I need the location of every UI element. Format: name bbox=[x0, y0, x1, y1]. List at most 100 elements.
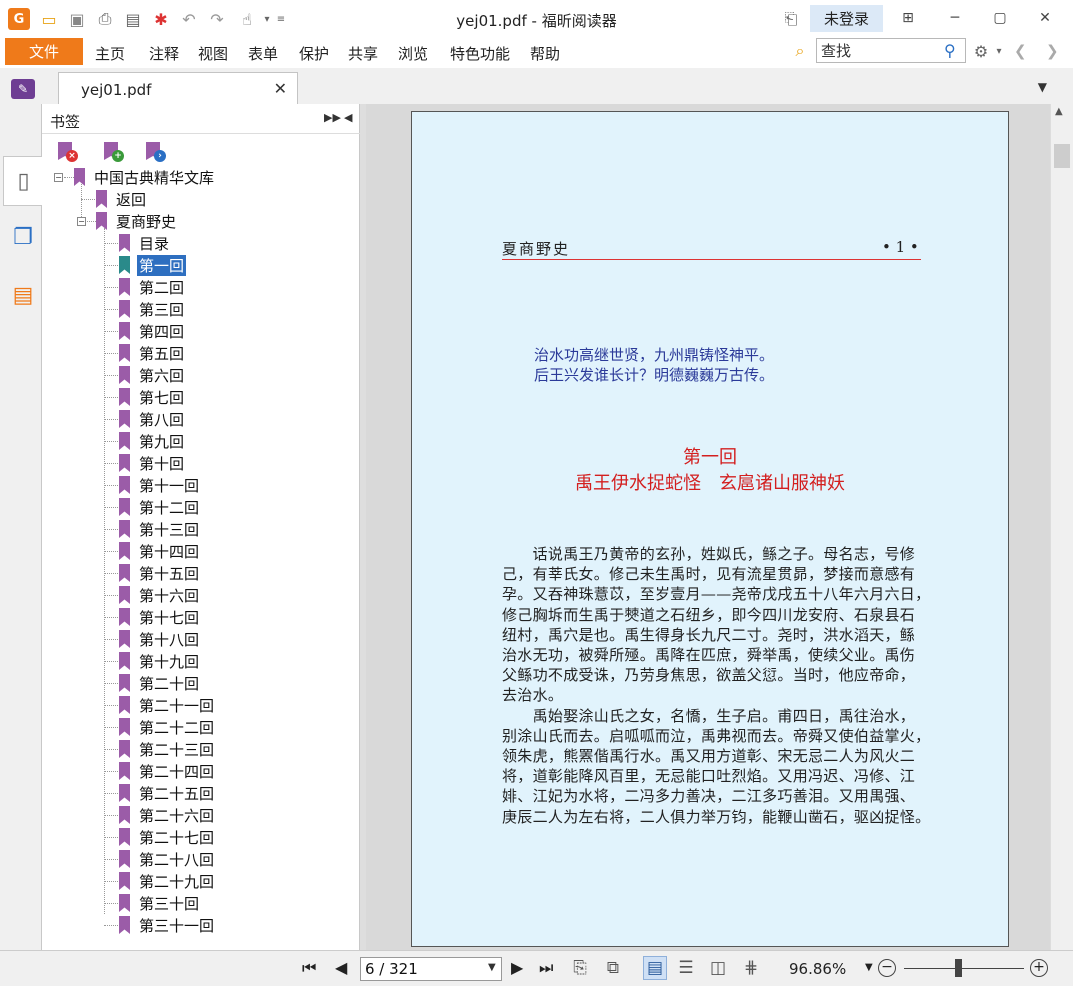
bookmark-item[interactable]: 夏商野史 bbox=[96, 210, 178, 232]
minimize-icon[interactable]: ─ bbox=[940, 6, 970, 30]
bookmark-item[interactable]: 中国古典精华文库 bbox=[74, 166, 216, 188]
zoom-level[interactable]: 96.86% bbox=[789, 960, 846, 978]
search-icon[interactable]: ⚲ bbox=[944, 41, 956, 60]
close-window-icon[interactable]: ✕ bbox=[1030, 6, 1060, 30]
bookmark-panel-title: 书签 bbox=[50, 113, 81, 131]
bookmark-item[interactable]: 第九回 bbox=[119, 430, 186, 452]
document-tab-label: yej01.pdf bbox=[81, 81, 152, 99]
menu-form[interactable]: 表单 bbox=[248, 43, 278, 64]
vertical-scrollbar[interactable]: ▲ bbox=[1050, 104, 1073, 950]
bookmark-item[interactable]: 第十九回 bbox=[119, 650, 201, 672]
zoom-slider[interactable] bbox=[904, 968, 1024, 969]
maximize-icon[interactable]: ▢ bbox=[985, 6, 1015, 30]
bookmark-item[interactable]: 第十三回 bbox=[119, 518, 201, 540]
zoom-out-icon[interactable]: − bbox=[878, 959, 896, 977]
bookmark-item[interactable]: 第三十一回 bbox=[119, 914, 216, 936]
bookmark-item[interactable]: 第十七回 bbox=[119, 606, 201, 628]
bookmark-item[interactable]: 第二十七回 bbox=[119, 826, 216, 848]
bookmark-icon bbox=[119, 476, 130, 494]
facing-view-icon[interactable]: ◫ bbox=[706, 956, 730, 980]
scroll-up-icon[interactable]: ▲ bbox=[1055, 106, 1063, 117]
single-page-view-icon[interactable]: ▤ bbox=[643, 956, 667, 980]
bookmark-item[interactable]: 第十五回 bbox=[119, 562, 201, 584]
zoom-dropdown-icon[interactable]: ▼ bbox=[865, 962, 873, 973]
bookmark-icon bbox=[119, 322, 130, 340]
menu-view[interactable]: 视图 bbox=[198, 43, 228, 64]
menu-help[interactable]: 帮助 bbox=[530, 43, 560, 64]
scrollbar-thumb[interactable] bbox=[1054, 144, 1070, 168]
bookmark-icon bbox=[119, 234, 130, 252]
bookmark-item[interactable]: 第二十五回 bbox=[119, 782, 216, 804]
comments-panel-icon[interactable]: ▤ bbox=[3, 270, 43, 320]
menu-share[interactable]: 共享 bbox=[348, 43, 378, 64]
bookmark-item[interactable]: 第十回 bbox=[119, 452, 186, 474]
login-button[interactable]: 未登录 bbox=[810, 5, 883, 32]
bookmark-item[interactable]: 第四回 bbox=[119, 320, 186, 342]
continuous-view-icon[interactable]: ☰ bbox=[674, 956, 698, 980]
tab-list-dropdown-icon[interactable]: ▼ bbox=[1038, 80, 1047, 94]
bookmark-item[interactable]: 第二回 bbox=[119, 276, 186, 298]
page-number-input[interactable] bbox=[360, 957, 502, 981]
bookmark-item[interactable]: 第七回 bbox=[119, 386, 186, 408]
collapse-node-icon[interactable]: − bbox=[54, 173, 63, 182]
next-page-icon[interactable]: ▶ bbox=[511, 958, 523, 977]
bookmarks-panel-icon[interactable]: ▯ bbox=[3, 156, 43, 206]
bookmark-item[interactable]: 第十四回 bbox=[119, 540, 201, 562]
bookmark-item[interactable]: 返回 bbox=[96, 188, 148, 210]
page-thumbnails-icon[interactable]: ❐ bbox=[3, 212, 43, 262]
collapse-node-icon[interactable]: − bbox=[77, 217, 86, 226]
menu-special-features[interactable]: 特色功能 bbox=[450, 43, 510, 64]
bookmark-item[interactable]: 第五回 bbox=[119, 342, 186, 364]
bookmark-label: 第五回 bbox=[139, 344, 185, 363]
settings-dropdown-icon[interactable]: ▾ bbox=[988, 40, 1010, 62]
bookmark-item[interactable]: 第二十一回 bbox=[119, 694, 216, 716]
zoom-in-icon[interactable]: + bbox=[1030, 959, 1048, 977]
bookmark-item[interactable]: 目录 bbox=[119, 232, 171, 254]
bookmark-item[interactable]: 第十六回 bbox=[119, 584, 201, 606]
bookmark-item[interactable]: 第二十回 bbox=[119, 672, 201, 694]
bookmark-item[interactable]: 第六回 bbox=[119, 364, 186, 386]
bookmark-item[interactable]: 第二十二回 bbox=[119, 716, 216, 738]
bookmark-item[interactable]: 第二十四回 bbox=[119, 760, 216, 782]
close-tab-icon[interactable]: ✕ bbox=[274, 79, 287, 98]
bookmark-item[interactable]: 第十八回 bbox=[119, 628, 201, 650]
zoom-slider-thumb[interactable] bbox=[955, 959, 962, 977]
layout-icon[interactable]: ⊞ bbox=[893, 6, 923, 30]
bookmark-item[interactable]: 第三回 bbox=[119, 298, 186, 320]
next-view-status-icon[interactable]: ⧉ bbox=[601, 956, 625, 980]
goto-bookmark-button[interactable]: › bbox=[142, 140, 166, 162]
delete-bookmark-button[interactable]: × bbox=[54, 140, 78, 162]
menu-comment[interactable]: 注释 bbox=[149, 43, 179, 64]
previous-view-status-icon[interactable]: ⎘ bbox=[568, 956, 592, 980]
share-icon[interactable]: ⎗ bbox=[780, 8, 802, 30]
bookmark-label: 第二十七回 bbox=[139, 828, 215, 847]
continuous-facing-view-icon[interactable]: ⋕ bbox=[739, 956, 763, 980]
document-tab[interactable]: yej01.pdf ✕ bbox=[58, 72, 298, 104]
menu-home[interactable]: 主页 bbox=[95, 43, 125, 64]
bookmark-item[interactable]: 第八回 bbox=[119, 408, 186, 430]
bookmark-item[interactable]: 第一回 bbox=[119, 254, 187, 276]
bookmark-item[interactable]: 第二十六回 bbox=[119, 804, 216, 826]
bookmark-icon bbox=[119, 784, 130, 802]
add-bookmark-button[interactable]: + bbox=[100, 140, 124, 162]
menu-browse[interactable]: 浏览 bbox=[398, 43, 428, 64]
menu-protect[interactable]: 保护 bbox=[299, 43, 329, 64]
page-dropdown-icon[interactable]: ▼ bbox=[488, 962, 496, 973]
bookmark-item[interactable]: 第十一回 bbox=[119, 474, 201, 496]
last-page-icon[interactable]: ⏭ bbox=[539, 958, 553, 978]
previous-page-icon[interactable]: ◀ bbox=[335, 958, 347, 977]
document-view[interactable]: 夏商野史 • 1 • 治水功高继世贤，九州鼎铸怪神平。 后王兴发谁长计？明德巍巍… bbox=[366, 104, 1050, 950]
bookmark-item[interactable]: 第二十九回 bbox=[119, 870, 216, 892]
bookmark-item[interactable]: 第三十回 bbox=[119, 892, 201, 914]
bookmark-item[interactable]: 第十二回 bbox=[119, 496, 201, 518]
find-folder-icon[interactable]: ⌕ bbox=[789, 40, 811, 62]
file-menu-button[interactable]: 文件 bbox=[5, 38, 83, 65]
bookmark-item[interactable]: 第二十八回 bbox=[119, 848, 216, 870]
expand-panel-icon[interactable]: ▶▶ bbox=[324, 111, 341, 124]
menu-bar: 文件 主页 注释 视图 表单 保护 共享 浏览 特色功能 帮助 ⌕ ⚲ ⚙ ▾ … bbox=[0, 38, 1073, 68]
previous-view-icon[interactable]: ❮ bbox=[1014, 42, 1027, 60]
collapse-panel-icon[interactable]: ◀ bbox=[344, 111, 352, 124]
next-view-icon[interactable]: ❯ bbox=[1046, 42, 1059, 60]
bookmark-item[interactable]: 第二十三回 bbox=[119, 738, 216, 760]
first-page-icon[interactable]: ⏮ bbox=[302, 958, 316, 978]
